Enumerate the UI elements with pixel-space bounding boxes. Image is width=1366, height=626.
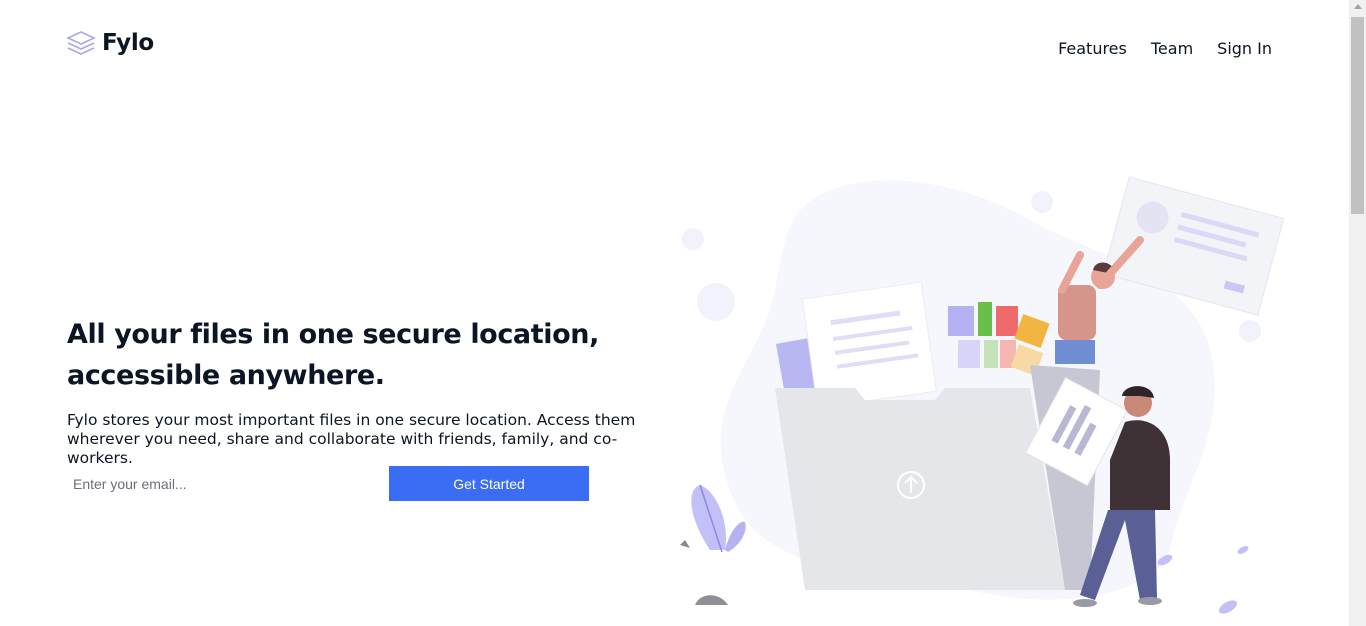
scroll-thumb[interactable] [1351, 17, 1364, 214]
logo-text: Fylo [102, 30, 154, 56]
logo[interactable]: Fylo [66, 30, 154, 56]
main-nav: Features Team Sign In [1058, 39, 1272, 58]
scroll-up-arrow-icon[interactable] [1354, 4, 1362, 9]
get-started-button[interactable]: Get Started [389, 466, 589, 501]
site-header: Fylo Features Team Sign In [0, 0, 1349, 100]
hero-description: Fylo stores your most important files in… [67, 411, 636, 467]
hero-title: All your files in one secure location, a… [67, 319, 599, 391]
page-scrollbar[interactable] [1349, 0, 1366, 626]
nav-sign-in-link[interactable]: Sign In [1217, 39, 1272, 58]
hero-illustration [680, 176, 1285, 614]
nav-team-link[interactable]: Team [1151, 39, 1193, 58]
email-input[interactable] [67, 466, 379, 501]
nav-features-link[interactable]: Features [1058, 39, 1127, 58]
layers-icon [66, 31, 96, 55]
